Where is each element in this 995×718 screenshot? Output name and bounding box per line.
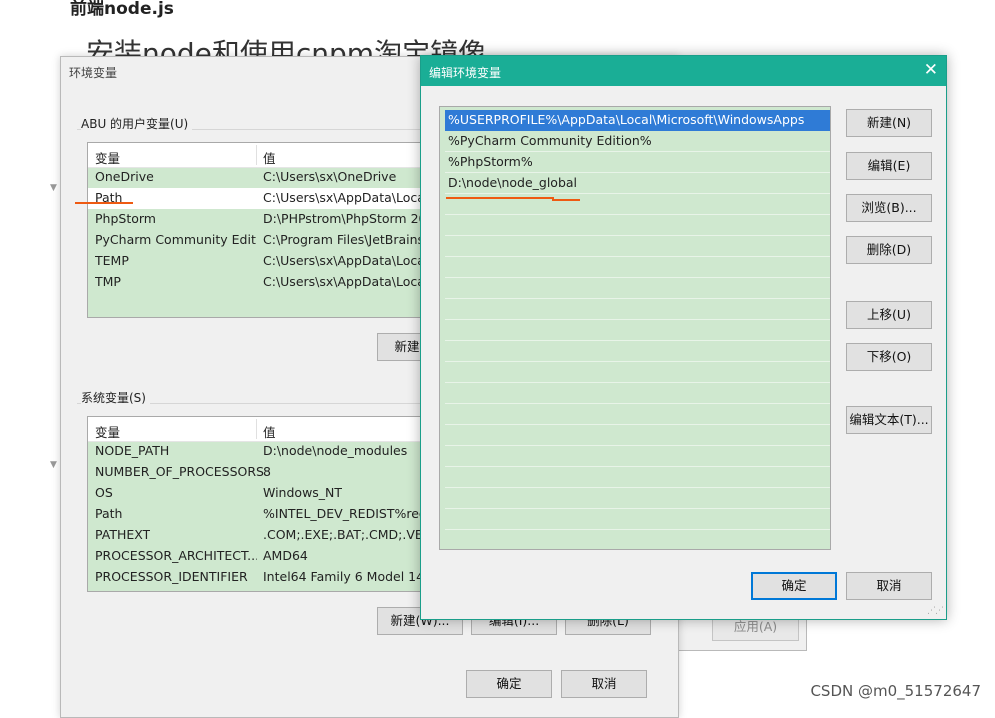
edit-env-dialog: 编辑环境变量 ✕ %USERPROFILE%\AppData\Local\Mic… xyxy=(420,55,947,620)
edit-dialog-titlebar[interactable]: 编辑环境变量 ✕ xyxy=(421,56,946,86)
move-down-button[interactable]: 下移(O) xyxy=(846,343,932,371)
close-icon[interactable]: ✕ xyxy=(924,60,938,80)
empty-row xyxy=(445,341,830,362)
system-vars-table[interactable]: 变量 值 NODE_PATH D:\node\node_modules NUMBE… xyxy=(87,416,429,592)
collapse-arrow-icon[interactable]: ▼ xyxy=(50,183,57,193)
env-dialog-title: 环境变量 xyxy=(69,66,118,80)
move-up-button[interactable]: 上移(U) xyxy=(846,301,932,329)
csdn-watermark: CSDN @m0_51572647 xyxy=(810,682,981,700)
empty-row xyxy=(445,530,830,549)
empty-row xyxy=(445,299,830,320)
empty-row xyxy=(445,488,830,509)
edit-ok-button[interactable]: 确定 xyxy=(751,572,837,600)
list-item[interactable]: D:\node\node_global xyxy=(445,173,830,194)
empty-row xyxy=(445,362,830,383)
new-entry-button[interactable]: 新建(N) xyxy=(846,109,932,137)
edit-cancel-button[interactable]: 取消 xyxy=(846,572,932,600)
empty-row xyxy=(445,425,830,446)
edit-entry-button[interactable]: 编辑(E) xyxy=(846,152,932,180)
table-header: 变量 值 xyxy=(88,143,428,168)
browse-button[interactable]: 浏览(B)... xyxy=(846,194,932,222)
path-entries-list[interactable]: %USERPROFILE%\AppData\Local\Microsoft\Wi… xyxy=(439,106,831,550)
empty-row xyxy=(445,446,830,467)
delete-entry-button[interactable]: 删除(D) xyxy=(846,236,932,264)
col-header-val[interactable]: 值 xyxy=(263,422,276,441)
empty-row xyxy=(445,236,830,257)
empty-row xyxy=(445,278,830,299)
col-header-val[interactable]: 值 xyxy=(263,148,276,167)
list-item[interactable]: %PhpStorm% xyxy=(445,152,830,173)
edit-text-button[interactable]: 编辑文本(T)... xyxy=(846,406,932,434)
user-vars-table[interactable]: 变量 值 OneDrive C:\Users\sx\OneDrive Path C:… xyxy=(87,142,429,318)
annotation-underline xyxy=(75,202,133,204)
empty-row xyxy=(445,467,830,488)
list-item[interactable]: %USERPROFILE%\AppData\Local\Microsoft\Wi… xyxy=(445,110,830,131)
empty-row xyxy=(445,320,830,341)
system-vars-label: 系统变量(S) xyxy=(81,389,150,406)
env-cancel-button[interactable]: 取消 xyxy=(561,670,647,698)
resize-grip-icon[interactable]: ⋰⋰ xyxy=(927,606,944,616)
col-header-var[interactable]: 变量 xyxy=(95,422,120,441)
table-header: 变量 值 xyxy=(88,417,428,442)
collapse-arrow-icon[interactable]: ▼ xyxy=(50,460,57,470)
annotation-underline-tail xyxy=(552,199,580,201)
edit-dialog-title: 编辑环境变量 xyxy=(429,66,502,80)
blog-heading: 前端node.js xyxy=(70,0,174,19)
table-row[interactable]: Path C:\Users\sx\AppData\Local xyxy=(88,188,428,209)
annotation-underline xyxy=(446,197,554,199)
empty-row xyxy=(445,257,830,278)
empty-row xyxy=(445,383,830,404)
empty-row xyxy=(445,404,830,425)
empty-row xyxy=(445,215,830,236)
list-item[interactable]: %PyCharm Community Edition% xyxy=(445,131,830,152)
col-header-var[interactable]: 变量 xyxy=(95,148,120,167)
env-ok-button[interactable]: 确定 xyxy=(466,670,552,698)
user-vars-label: ABU 的用户变量(U) xyxy=(81,115,193,132)
empty-row xyxy=(445,509,830,530)
